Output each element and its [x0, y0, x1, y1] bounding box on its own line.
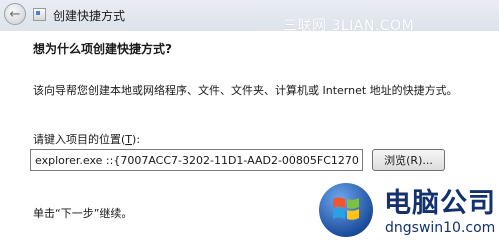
back-arrow-icon: ← — [9, 6, 21, 22]
location-label: 请键入项目的位置(T): — [33, 133, 141, 146]
brand-url: dngswin10.com — [385, 220, 496, 236]
page-heading: 想为什么项创建快捷方式? — [33, 42, 172, 56]
windows-logo-icon — [319, 183, 373, 237]
watermark-logo: 电脑公司 dngswin10.com — [305, 179, 499, 247]
back-button[interactable]: ← — [4, 3, 26, 25]
location-input[interactable] — [30, 149, 363, 171]
shortcut-wizard-icon — [33, 8, 46, 21]
instruction-text: 单击“下一步”继续。 — [33, 207, 133, 220]
wizard-page: 想为什么项创建快捷方式? 该向导帮您创建本地或网络程序、文件、文件夹、计算机或 … — [0, 31, 499, 247]
brand-name: 电脑公司 — [384, 188, 496, 219]
page-description: 该向导帮您创建本地或网络程序、文件、文件夹、计算机或 Internet 地址的快… — [33, 84, 458, 97]
browse-button[interactable]: 浏览(R)... — [372, 149, 445, 171]
window-title: 创建快捷方式 — [53, 9, 126, 23]
title-bar: ← 创建快捷方式 三联网 3LIAN.COM — [0, 0, 499, 34]
